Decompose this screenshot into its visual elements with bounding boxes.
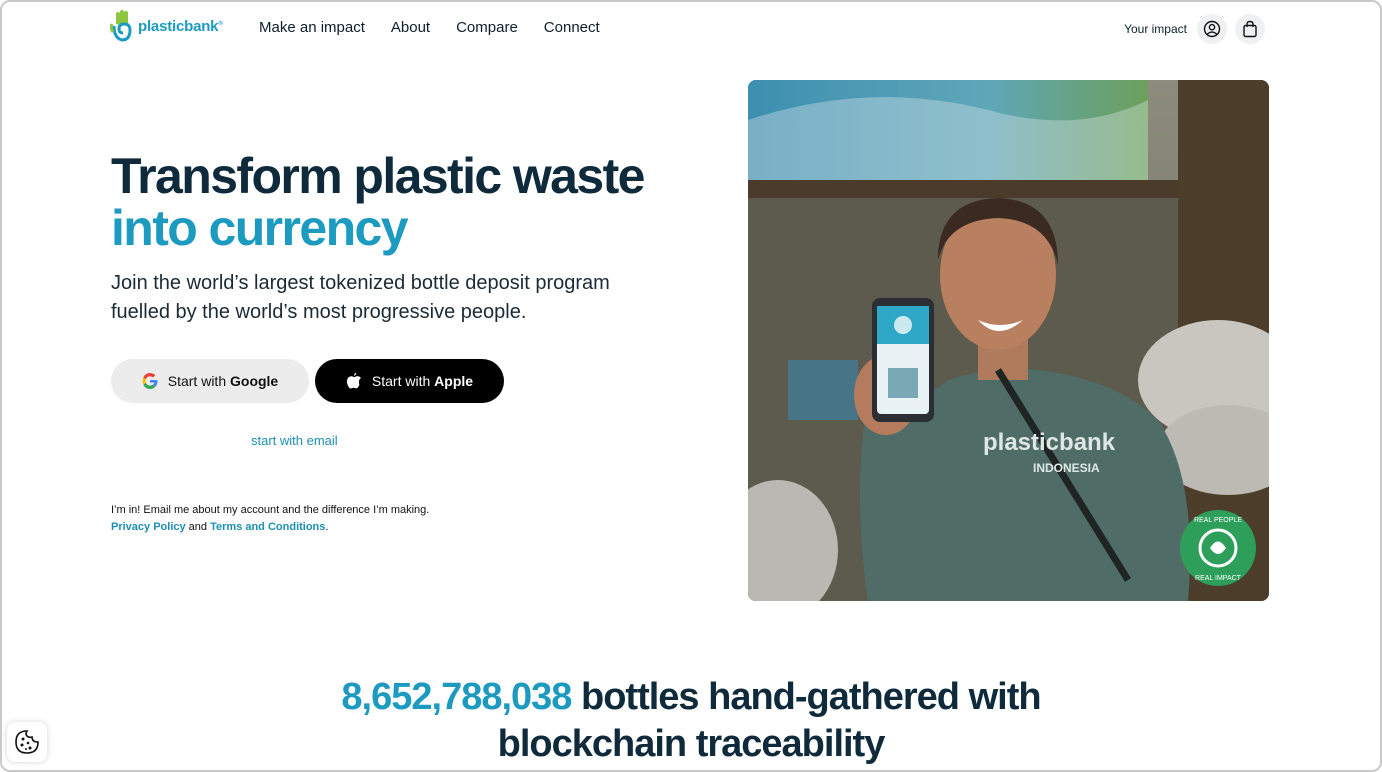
logo[interactable]: plasticbank® [110,10,223,42]
badge-bottom-text: REAL IMPACT [1195,575,1242,582]
consent-and: and [188,521,208,533]
shirt-brand-text: plasticbank [983,429,1116,456]
hero-title: Transform plastic waste into currency [111,148,645,256]
google-bold: Google [230,373,279,389]
menu-make-an-impact[interactable]: Make an impact [259,19,365,36]
your-impact-link[interactable]: Your impact [1124,22,1187,36]
menu-connect[interactable]: Connect [544,19,600,36]
cart-button[interactable] [1235,14,1265,44]
stats-line1: bottles hand-gathered with [581,676,1042,718]
google-prefix: Start with [167,373,227,389]
user-icon [1203,20,1221,38]
cookie-settings-button[interactable] [7,722,47,762]
nav-right: Your impact [1124,14,1265,44]
bottle-count: 8,652,788,038 [341,676,572,718]
hero-photo: plasticbank INDONESIA REAL PEOPLE REAL I… [748,80,1269,601]
apple-icon [346,372,361,389]
logo-registered: ® [218,20,223,27]
logo-text: plasticbank [138,17,219,35]
apple-prefix: Start with [371,373,431,389]
start-with-email-link[interactable]: start with email [251,433,338,448]
terms-link[interactable]: Terms and Conditions [210,521,325,533]
consent-text: I’m in! Email me about my account and th… [111,504,430,516]
start-with-google-button[interactable]: Start with Google [111,359,309,403]
browser-frame: plasticbank® Make an impact About Compar… [0,0,1382,772]
hero-title-line1: Transform plastic waste [111,148,645,204]
cookie-icon [15,730,39,754]
stats-heading: 8,652,788,038 bottles hand-gathered with… [2,674,1380,768]
menu-compare[interactable]: Compare [456,19,518,36]
account-button[interactable] [1197,14,1227,44]
stats-line2: blockchain traceability [497,723,886,765]
privacy-policy-link[interactable]: Privacy Policy [111,521,186,533]
start-with-apple-button[interactable]: Start with Apple [315,359,504,403]
menu-about[interactable]: About [391,19,430,36]
shopping-bag-icon [1243,20,1257,38]
top-nav: plasticbank® Make an impact About Compar… [2,2,1380,58]
badge-top-text: REAL PEOPLE [1194,517,1242,524]
photo-woman-with-phone: plasticbank INDONESIA REAL PEOPLE REAL I… [748,80,1269,601]
hero-subtitle: Join the world’s largest tokenized bottl… [111,272,610,323]
consent-notice: I’m in! Email me about my account and th… [111,502,429,536]
consent-period: . [325,521,329,533]
hero-title-line2: into currency [111,200,409,256]
apple-bold: Apple [434,373,474,389]
shirt-region-text: INDONESIA [1033,461,1100,475]
plasticbank-logo-icon [110,10,132,42]
google-icon [142,373,158,389]
main-menu: Make an impact About Compare Connect [259,19,600,36]
